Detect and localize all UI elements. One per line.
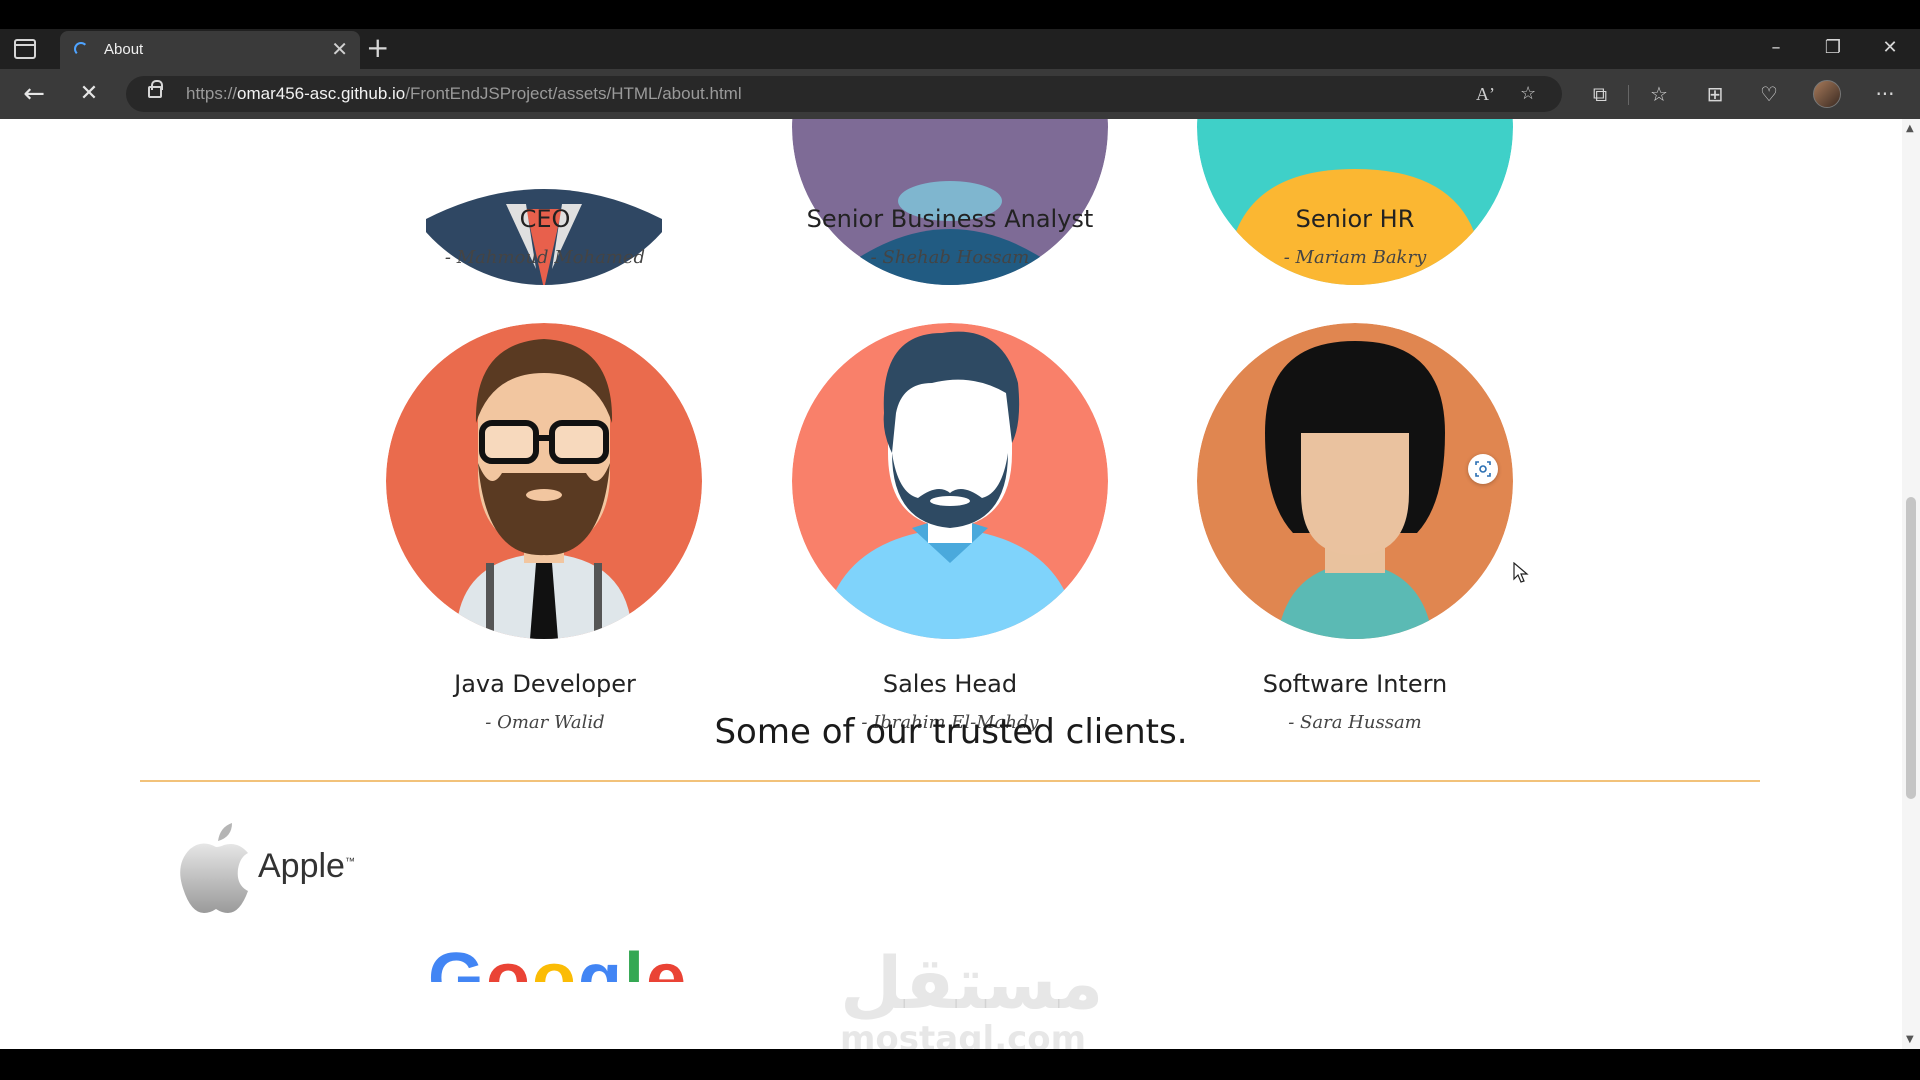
team-member-ceo: CEO - Mahmoud Mohamed (380, 205, 710, 268)
visual-search-icon (1475, 461, 1491, 477)
page-viewport: CEO - Mahmoud Mohamed Senior Business An… (0, 119, 1902, 1049)
scroll-down-icon[interactable]: ▼ (1906, 1034, 1914, 1045)
avatar-sales-head (792, 323, 1108, 639)
apple-logo-icon (180, 823, 248, 913)
new-tab-button[interactable]: + (366, 33, 389, 63)
read-aloud-icon[interactable]: Aʼ (1476, 82, 1495, 106)
member-name: - Shehab Hossam (870, 247, 1030, 268)
tab-about[interactable]: About ✕ (60, 31, 360, 69)
member-role: Java Developer (454, 670, 636, 698)
close-window-button[interactable]: ✕ (1868, 34, 1912, 62)
scroll-up-icon[interactable]: ▲ (1906, 123, 1914, 134)
mouse-cursor-icon (1513, 561, 1529, 588)
close-tab-icon[interactable]: ✕ (331, 38, 348, 60)
team-member-senior-business-analyst: Senior Business Analyst - Shehab Hossam (785, 205, 1115, 268)
watermark-arabic: مستقل (840, 941, 1104, 1025)
member-role: Senior HR (1295, 205, 1415, 233)
restore-button[interactable]: ❐ (1811, 34, 1855, 62)
apple-wordmark: Apple™ (258, 847, 355, 885)
google-letter: l (623, 939, 646, 982)
tab-actions-icon[interactable] (14, 39, 36, 59)
watermark: مستقل mostaql.com (840, 941, 1104, 1049)
lock-icon[interactable] (148, 80, 163, 98)
member-name: - Mahmoud Mohamed (444, 247, 646, 268)
tab-bar: About ✕ + – ❐ ✕ (0, 29, 1920, 69)
google-letter: o (486, 939, 532, 982)
url-text[interactable]: https://omar456-asc.github.io/FrontEndJS… (186, 84, 742, 104)
address-bar[interactable]: https://omar456-asc.github.io/FrontEndJS… (126, 76, 1562, 112)
add-favorite-icon[interactable]: ☆ (1520, 82, 1536, 106)
extensions-icon[interactable]: ⧉ (1585, 81, 1615, 107)
member-name: - Mariam Bakry (1283, 247, 1427, 268)
client-logo-google: Google (428, 936, 688, 982)
browser-toolbar: ← ✕ https://omar456-asc.github.io/FrontE… (0, 69, 1920, 119)
favorites-icon[interactable]: ☆ (1644, 81, 1674, 107)
tab-title: About (104, 41, 144, 58)
browser-essentials-icon[interactable]: ♡ (1754, 81, 1784, 107)
team-member-senior-hr: Senior HR - Mariam Bakry (1190, 205, 1520, 268)
clients-divider (140, 780, 1760, 782)
clients-section-title: Some of our trusted clients. (714, 712, 1188, 752)
visual-search-button[interactable] (1468, 454, 1498, 484)
toolbar-divider (1628, 85, 1629, 105)
member-role: CEO (519, 205, 571, 233)
back-button[interactable]: ← (18, 79, 50, 111)
google-letter: o (532, 939, 578, 982)
google-letter: e (645, 939, 689, 982)
letterbox-bottom (0, 1049, 1920, 1080)
vertical-scrollbar[interactable]: ▲ ▼ (1902, 119, 1920, 1049)
scrollbar-thumb[interactable] (1906, 497, 1916, 799)
stop-loading-button[interactable]: ✕ (73, 79, 105, 111)
google-letter: g (577, 939, 624, 982)
member-role: Software Intern (1262, 670, 1448, 698)
member-role: Sales Head (882, 670, 1018, 698)
loading-spinner-icon (74, 42, 88, 56)
avatar-software-intern (1197, 323, 1513, 639)
letterbox-top (0, 0, 1920, 29)
watermark-latin: mostaql.com (840, 1019, 1087, 1049)
minimize-button[interactable]: – (1754, 34, 1798, 62)
client-logo-apple: Apple™ (176, 819, 366, 919)
profile-avatar[interactable] (1813, 80, 1841, 108)
settings-more-icon[interactable]: ··· (1870, 81, 1900, 107)
avatar-java-developer (386, 323, 702, 639)
collections-icon[interactable]: ⊞ (1700, 81, 1730, 107)
google-letter: G (428, 939, 487, 982)
member-role: Senior Business Analyst (806, 205, 1094, 233)
